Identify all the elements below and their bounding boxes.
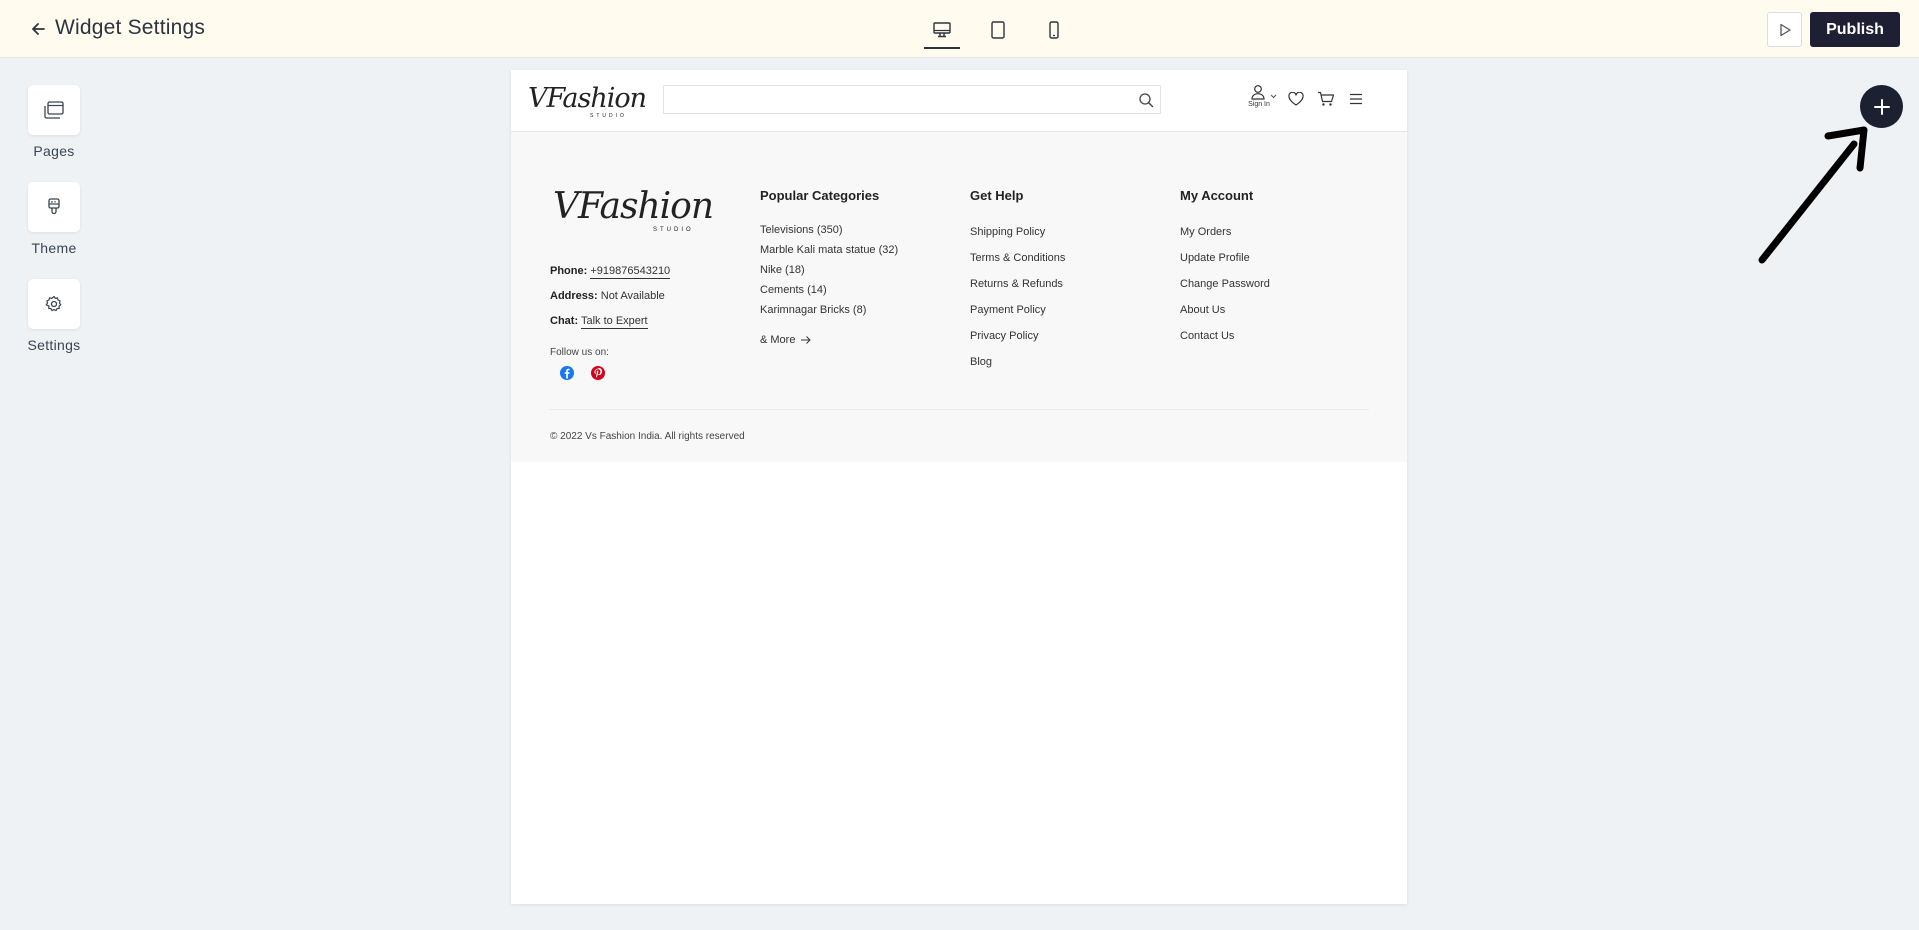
category-link[interactable]: Karimnagar Bricks (8) [760, 304, 866, 316]
category-link[interactable]: Cements (14) [760, 284, 827, 296]
gear-icon [45, 295, 62, 312]
plus-icon [1873, 98, 1890, 115]
account-link[interactable]: Update Profile [1180, 252, 1250, 264]
cart-button[interactable] [1311, 84, 1341, 114]
chat-link[interactable]: Talk to Expert [580, 315, 648, 329]
footer-logo-subtext: STUDIO [653, 227, 694, 233]
category-link[interactable]: Televisions (350) [760, 224, 843, 236]
facebook-icon[interactable] [559, 365, 575, 381]
contact-chat: Chat: Talk to Expert [550, 315, 648, 329]
sidebar-item-label: Settings [27, 337, 81, 353]
user-icon [1251, 85, 1265, 100]
sign-in-label: Sign In [1248, 101, 1270, 108]
more-categories-link[interactable]: & More [760, 334, 812, 346]
preview-canvas: VFashion STUDIO Sign In VFashion STUDIO … [511, 70, 1407, 904]
logo-text: VFashion [528, 83, 647, 114]
help-link[interactable]: Privacy Policy [970, 330, 1038, 342]
account-link[interactable]: My Orders [1180, 226, 1231, 238]
cart-icon [1318, 91, 1335, 106]
category-link[interactable]: Marble Kali mata statue (32) [760, 244, 898, 256]
site-header: VFashion STUDIO Sign In [511, 70, 1407, 132]
sidebar-item-theme-box[interactable] [28, 182, 80, 232]
site-logo[interactable]: VFashion STUDIO [528, 83, 647, 119]
tablet-icon [991, 21, 1005, 39]
chevron-down-icon [1270, 94, 1277, 99]
device-desktop-button[interactable] [914, 12, 970, 49]
my-account-heading: My Account [1180, 188, 1254, 203]
mobile-icon [1049, 21, 1059, 39]
page-title: Widget Settings [55, 16, 206, 39]
search-input[interactable] [664, 86, 1124, 113]
sidebar-item-pages[interactable]: Pages [24, 85, 84, 159]
account-link[interactable]: Contact Us [1180, 330, 1234, 342]
menu-button[interactable] [1341, 84, 1371, 114]
logo-subtext: STUDIO [590, 113, 627, 119]
sign-in-button[interactable]: Sign In [1241, 84, 1277, 116]
site-footer: VFashion STUDIO Phone: +919876543210 Add… [511, 132, 1407, 462]
address-value: Not Available [600, 290, 665, 302]
top-bar: Widget Settings Publish [0, 0, 1919, 58]
header-icons: Sign In [1241, 84, 1371, 116]
phone-label: Phone: [550, 265, 588, 277]
footer-logo[interactable]: VFashion STUDIO [553, 186, 714, 233]
footer-logo-text: VFashion [553, 186, 714, 227]
account-link[interactable]: Change Password [1180, 278, 1270, 290]
phone-link[interactable]: +919876543210 [590, 265, 671, 279]
device-mobile-button[interactable] [1026, 12, 1082, 48]
preview-button[interactable] [1767, 12, 1802, 47]
help-link[interactable]: Returns & Refunds [970, 278, 1063, 290]
get-help-heading: Get Help [970, 188, 1024, 203]
pages-icon [44, 101, 64, 119]
category-link[interactable]: Nike (18) [760, 264, 805, 276]
contact-phone: Phone: +919876543210 [550, 265, 671, 279]
sidebar-item-settings-box[interactable] [28, 279, 80, 329]
sidebar-item-settings[interactable]: Settings [24, 279, 84, 353]
play-icon [1779, 23, 1791, 36]
popular-categories-heading: Popular Categories [760, 188, 880, 203]
publish-button[interactable]: Publish [1810, 12, 1900, 47]
chat-label: Chat: [550, 315, 579, 327]
theme-icon [48, 198, 60, 215]
pinterest-icon[interactable] [590, 365, 606, 381]
help-link[interactable]: Payment Policy [970, 304, 1046, 316]
help-link[interactable]: Blog [970, 356, 992, 368]
wishlist-button[interactable] [1281, 84, 1311, 114]
desktop-icon [933, 22, 951, 38]
help-link[interactable]: Terms & Conditions [970, 252, 1065, 264]
annotation-arrow [1758, 126, 1868, 264]
arrow-right-icon [801, 336, 812, 344]
back-button[interactable] [26, 17, 50, 41]
search-icon[interactable] [1138, 92, 1154, 108]
more-label: & More [760, 334, 796, 346]
sidebar-item-pages-box[interactable] [28, 85, 80, 135]
device-tablet-button[interactable] [970, 12, 1026, 48]
sidebar-item-theme[interactable]: Theme [24, 182, 84, 256]
arrow-left-icon [32, 23, 45, 35]
hamburger-menu-icon [1350, 93, 1362, 105]
site-search-box[interactable] [663, 85, 1161, 114]
sidebar-item-label: Pages [33, 143, 75, 159]
follow-label: Follow us on: [550, 347, 609, 358]
help-link[interactable]: Shipping Policy [970, 226, 1045, 238]
contact-address: Address: Not Available [550, 290, 665, 302]
sidebar-item-label: Theme [31, 240, 77, 256]
heart-icon [1288, 92, 1304, 106]
account-link[interactable]: About Us [1180, 304, 1225, 316]
device-switcher [914, 12, 1082, 49]
copyright-text: © 2022 Vs Fashion India. All rights rese… [550, 431, 745, 442]
address-label: Address: [550, 290, 598, 302]
footer-divider [549, 409, 1369, 410]
